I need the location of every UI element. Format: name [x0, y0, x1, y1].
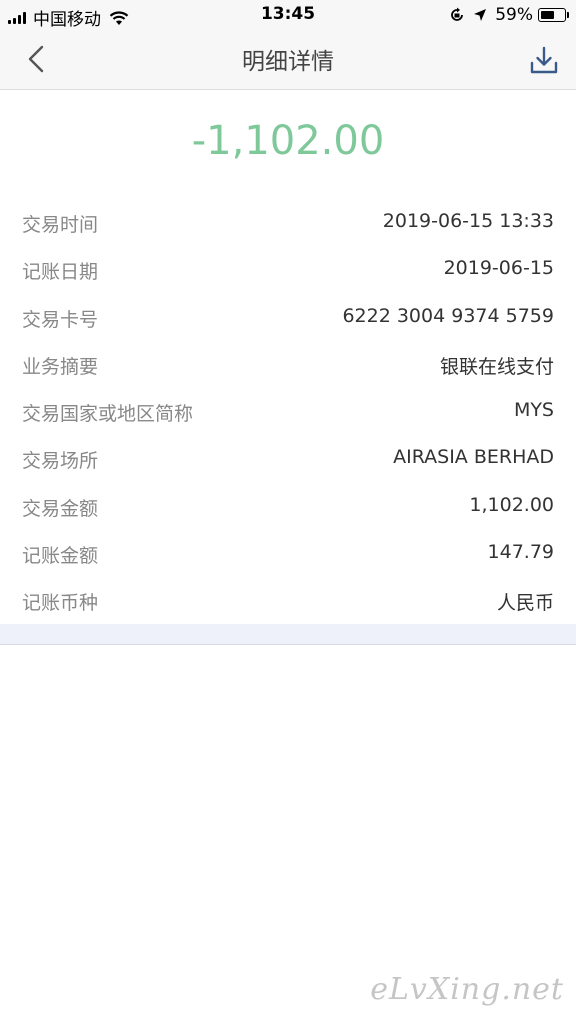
detail-label: 业务摘要	[22, 355, 99, 378]
detail-row: 交易金额 1,102.00	[0, 482, 576, 529]
status-right: 59%	[449, 5, 569, 25]
detail-row: 交易卡号 6222 3004 9374 5759	[0, 293, 576, 340]
detail-row: 业务摘要 银联在线支付	[0, 340, 576, 387]
detail-value: 6222 3004 9374 5759	[342, 304, 554, 327]
battery-fill	[541, 11, 554, 19]
detail-value: 人民币	[496, 592, 554, 615]
detail-label: 交易时间	[22, 214, 99, 236]
detail-value: 2019-06-15	[443, 257, 554, 280]
details-list: 交易时间 2019-06-15 13:33 记账日期 2019-06-15 交易卡号…	[0, 198, 576, 624]
orientation-lock-icon	[451, 7, 464, 21]
download-icon[interactable]	[528, 44, 560, 76]
detail-value: AIRASIA BERHAD	[393, 446, 554, 469]
detail-row: 交易时间 2019-06-15 13:33	[0, 198, 576, 245]
detail-label: 记账日期	[22, 261, 99, 284]
page-title: 明细详情	[242, 49, 334, 75]
detail-label: 交易国家或地区简称	[22, 403, 194, 426]
detail-row: 记账币种 人民币	[0, 576, 576, 623]
detail-row: 记账金额 147.79	[0, 529, 576, 576]
status-bar: 中国移动 13:45 59%	[0, 0, 576, 30]
detail-label: 交易卡号	[22, 308, 99, 331]
detail-row: 记账日期 2019-06-15	[0, 245, 576, 292]
detail-value: 1,102.00	[469, 493, 554, 516]
detail-value: 银联在线支付	[439, 355, 554, 378]
section-divider	[0, 624, 576, 645]
detail-value: 147.79	[487, 541, 554, 564]
detail-row: 交易国家或地区简称 MYS	[0, 387, 576, 434]
detail-label: 记账币种	[22, 592, 99, 615]
navigation-bar: 明细详情	[0, 30, 576, 90]
detail-label: 交易金额	[22, 497, 99, 520]
detail-row: 交易场所 AIRASIA BERHAD	[0, 434, 576, 481]
location-icon	[474, 9, 487, 21]
detail-value: 2019-06-15 13:33	[382, 210, 554, 232]
detail-value: MYS	[513, 399, 554, 422]
transaction-amount: -1,102.00	[191, 118, 385, 164]
battery-percent: 59%	[495, 5, 533, 25]
detail-label: 交易场所	[22, 450, 99, 473]
watermark: eLvXing.net	[370, 972, 564, 1007]
battery-icon	[538, 8, 569, 22]
detail-label: 记账金额	[22, 545, 99, 568]
